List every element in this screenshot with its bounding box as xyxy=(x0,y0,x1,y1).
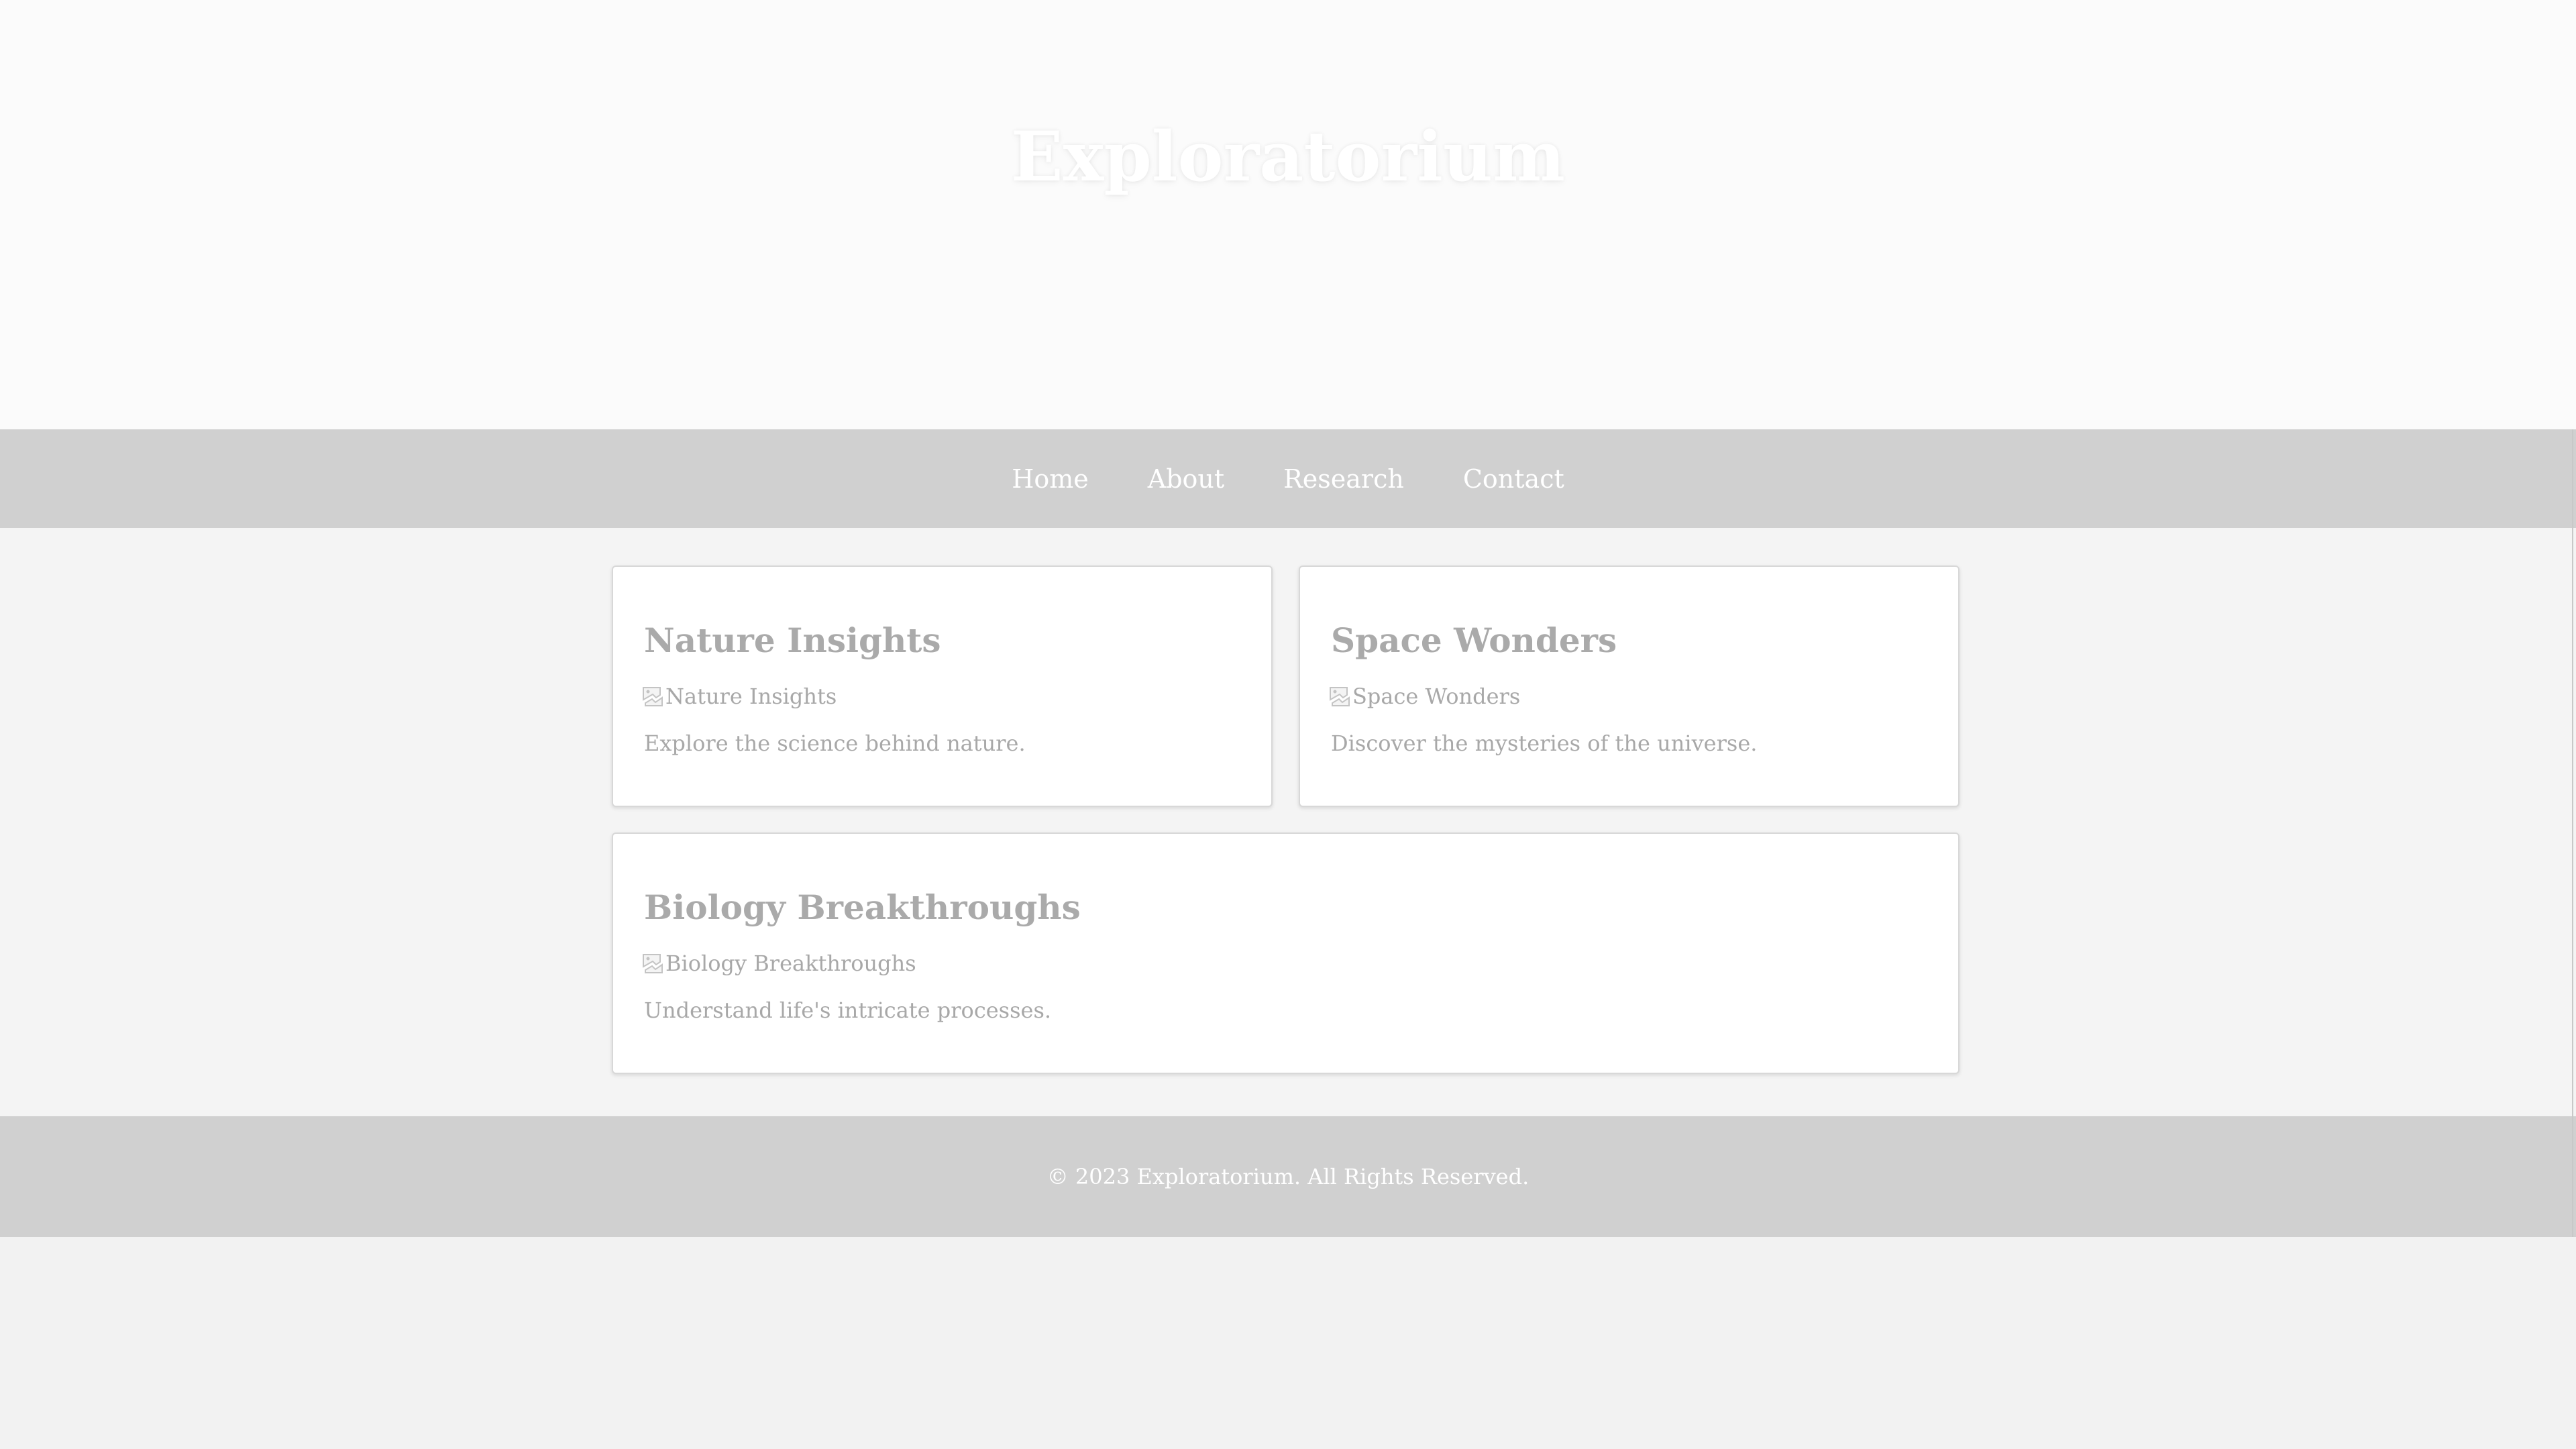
copyright-text: © 2023 Exploratorium. All Rights Reserve… xyxy=(1046,1164,1529,1189)
card-description: Explore the science behind nature. xyxy=(644,731,1026,756)
card-image-alt: Space Wonders xyxy=(1352,684,1521,709)
card-description: Discover the mysteries of the universe. xyxy=(1331,731,1758,756)
nav-link-contact[interactable]: Contact xyxy=(1463,460,1564,498)
site-footer: © 2023 Exploratorium. All Rights Reserve… xyxy=(0,1116,2576,1237)
broken-image-icon xyxy=(643,954,663,973)
nav-link-research[interactable]: Research xyxy=(1283,460,1404,498)
main-nav: Home About Research Contact xyxy=(0,429,2576,528)
page-bottom-space xyxy=(0,1237,2576,1449)
broken-image-icon xyxy=(643,687,663,706)
card-nature-insights: Nature Insights Nature Insights Explore … xyxy=(612,566,1273,807)
card-title: Nature Insights xyxy=(644,621,941,660)
site-title: Exploratorium xyxy=(1010,117,1566,198)
card-image: Biology Breakthroughs xyxy=(641,951,916,976)
card-space-wonders: Space Wonders Space Wonders Discover the… xyxy=(1299,566,1960,807)
card-description: Understand life's intricate processes. xyxy=(644,998,1052,1023)
card-image-alt: Biology Breakthroughs xyxy=(665,951,916,976)
card-image: Space Wonders xyxy=(1328,684,1520,709)
card-title: Biology Breakthroughs xyxy=(644,888,1081,927)
site-header: Exploratorium xyxy=(0,0,2576,429)
nav-link-about[interactable]: About xyxy=(1148,460,1224,498)
card-biology-breakthroughs: Biology Breakthroughs Biology Breakthrou… xyxy=(612,833,1960,1074)
card-image: Nature Insights xyxy=(641,684,837,709)
nav-link-home[interactable]: Home xyxy=(1012,460,1089,498)
broken-image-icon xyxy=(1330,687,1350,706)
card-image-alt: Nature Insights xyxy=(665,684,837,709)
scrollbar-edge xyxy=(2572,429,2573,1237)
card-title: Space Wonders xyxy=(1331,621,1617,660)
